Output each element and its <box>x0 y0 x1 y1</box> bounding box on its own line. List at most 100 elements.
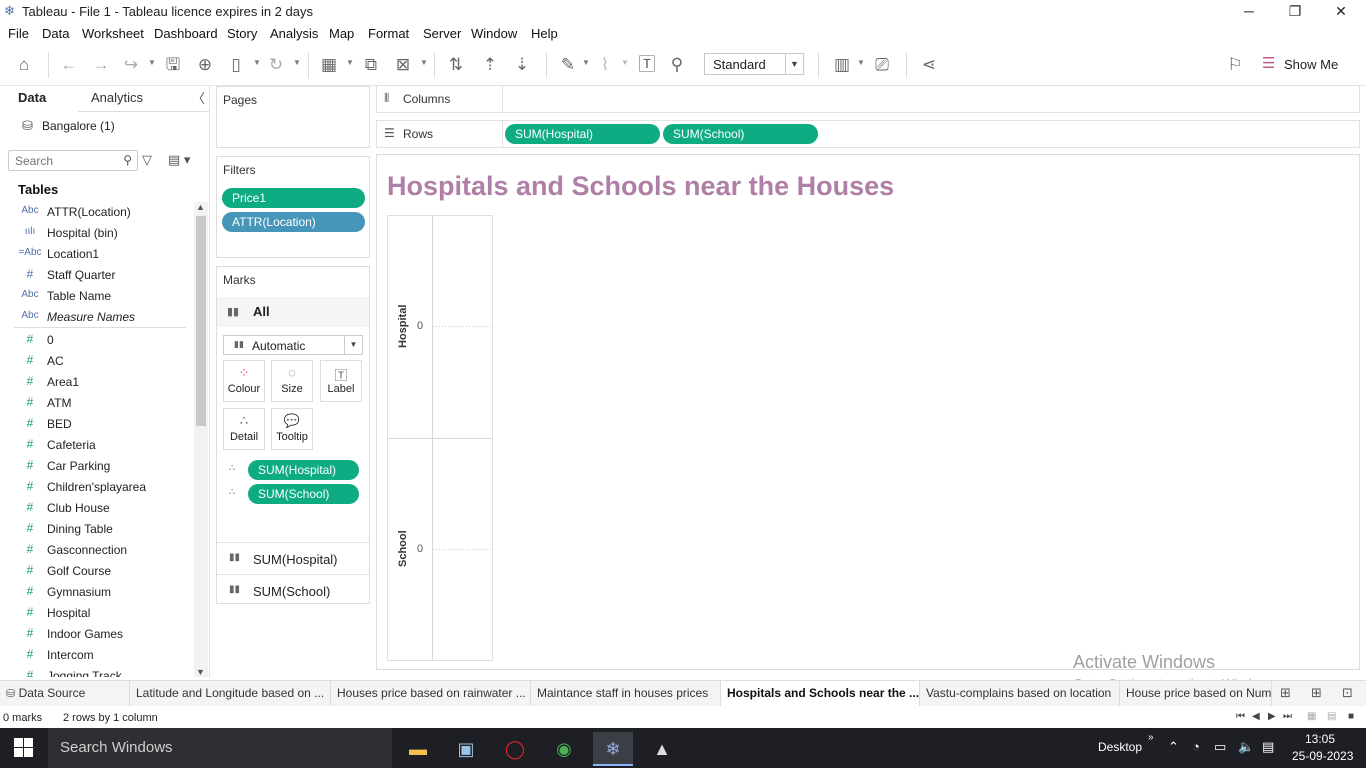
chrome-icon[interactable]: ◉ <box>544 732 584 766</box>
field-item[interactable]: Abc Table Name <box>0 286 193 307</box>
volume-icon[interactable]: 🔈 <box>1238 739 1254 755</box>
field-item[interactable]: # Hospital <box>0 603 193 624</box>
chevron-double-right-icon[interactable]: » <box>1148 732 1154 743</box>
photos-viewer-icon[interactable]: ▲ <box>642 732 682 766</box>
field-item[interactable]: # BED <box>0 414 193 435</box>
tableau-taskbar-icon[interactable]: ❄ <box>593 732 633 766</box>
field-item[interactable]: # Intercom <box>0 645 193 666</box>
clock-time[interactable]: 13:05 <box>1305 732 1335 746</box>
field-item[interactable]: # Cafeteria <box>0 435 193 456</box>
chevron-down-icon[interactable]: ▼ <box>621 58 629 67</box>
menu-worksheet[interactable]: Worksheet <box>82 26 144 41</box>
menu-help[interactable]: Help <box>531 26 558 41</box>
field-item[interactable]: # Dining Table <box>0 519 193 540</box>
rows-pill[interactable]: SUM(Hospital) <box>505 124 660 144</box>
marks-all-tab[interactable]: ▮▮ All <box>217 297 369 327</box>
show-tabs-icon[interactable]: ▤ <box>1327 711 1336 722</box>
colour-button[interactable]: ⁘ Colour <box>223 360 265 402</box>
marks-pill[interactable]: SUM(Hospital) <box>248 460 359 480</box>
detail-button[interactable]: ∴ Detail <box>223 408 265 450</box>
highlight-icon[interactable]: ✎ <box>557 54 579 76</box>
wifi-icon[interactable]: ◔ <box>1192 739 1200 754</box>
mark-type-select[interactable]: ▮▮ Automatic ▼ <box>223 335 363 355</box>
fit-select[interactable]: Standard ▼ <box>704 53 804 75</box>
rows-shelf[interactable]: ☰ Rows SUM(Hospital) SUM(School) <box>376 120 1360 148</box>
opera-icon[interactable]: ◯ <box>495 732 535 766</box>
chevron-down-icon[interactable]: ▼ <box>148 58 156 67</box>
field-item[interactable]: # Area1 <box>0 372 193 393</box>
field-item[interactable]: # Jogging Track <box>0 666 193 677</box>
filter-pill[interactable]: Price1 <box>222 188 365 208</box>
rows-pill[interactable]: SUM(School) <box>663 124 818 144</box>
windows-start-icon[interactable] <box>14 738 34 758</box>
size-button[interactable]: ◌ Size <box>271 360 313 402</box>
show-filmstrip-icon[interactable]: ▦ <box>1307 711 1316 722</box>
desktop-toolbar[interactable]: Desktop <box>1098 740 1142 754</box>
sheet-tab-active[interactable]: Hospitals and Schools near the ... <box>721 681 920 706</box>
show-cards-icon[interactable]: ▥ <box>831 54 853 76</box>
field-item[interactable]: # Indoor Games <box>0 624 193 645</box>
notifications-icon[interactable]: ▤ <box>1262 739 1274 755</box>
field-item[interactable]: # Gasconnection <box>0 540 193 561</box>
file-explorer-icon[interactable]: ▬ <box>398 732 438 766</box>
next-sheet-icon[interactable]: ▶ <box>1268 711 1276 722</box>
menu-format[interactable]: Format <box>368 26 409 41</box>
menu-window[interactable]: Window <box>471 26 517 41</box>
filters-card[interactable]: Filters Price1 ATTR(Location) <box>216 156 370 258</box>
chevron-down-icon[interactable]: ▼ <box>346 58 354 67</box>
tab-data[interactable]: Data <box>18 90 46 105</box>
chevron-down-icon[interactable]: ▼ <box>253 58 261 67</box>
menu-analysis[interactable]: Analysis <box>270 26 318 41</box>
chevron-down-icon[interactable]: ▼ <box>785 54 803 74</box>
field-item[interactable]: # Golf Course <box>0 561 193 582</box>
new-data-source-icon[interactable]: ⊕ <box>194 54 216 76</box>
field-item[interactable]: # Staff Quarter <box>0 265 193 286</box>
sort-ascending-icon[interactable]: ⇡ <box>479 54 501 76</box>
menu-story[interactable]: Story <box>227 26 257 41</box>
scrollbar-thumb[interactable] <box>196 216 206 426</box>
marks-measure-tab[interactable]: ▮▮ SUM(School) <box>217 574 369 606</box>
close-button[interactable]: ✕ <box>1318 0 1364 24</box>
replay-icon[interactable]: ↪ <box>120 54 142 76</box>
menu-data[interactable]: Data <box>42 26 69 41</box>
new-story-icon[interactable]: ⊡ <box>1342 685 1353 701</box>
menu-server[interactable]: Server <box>423 26 461 41</box>
field-item[interactable]: # Gymnasium <box>0 582 193 603</box>
field-item[interactable]: # ATM <box>0 393 193 414</box>
taskbar-search[interactable]: Search Windows <box>48 728 392 768</box>
columns-shelf[interactable]: ⦀ Columns <box>376 85 1360 113</box>
field-item[interactable]: Abc Measure Names <box>0 307 193 328</box>
search-box[interactable]: ⚲ <box>8 150 138 171</box>
format-workbook-icon[interactable]: ⚐ <box>1224 54 1246 76</box>
new-dashboard-icon[interactable]: ⊞ <box>1311 685 1322 701</box>
tab-data-source[interactable]: ⛁ Data Source <box>0 681 130 706</box>
duplicate-icon[interactable]: ⧉ <box>360 54 382 76</box>
sheet-tab[interactable]: Maintance staff in houses prices <box>531 681 721 706</box>
sheet-sorter-icon[interactable]: ■ <box>1348 711 1354 722</box>
pin-icon[interactable]: ⚲ <box>666 54 688 76</box>
field-item[interactable]: =Abc Location1 <box>0 244 193 265</box>
undo-icon[interactable]: ← <box>58 54 80 76</box>
show-labels-icon[interactable]: 🅃 <box>636 54 658 76</box>
swap-icon[interactable]: ⇅ <box>445 54 467 76</box>
sheet-tab[interactable]: House price based on Num <box>1120 681 1272 706</box>
save-icon[interactable]: 🖫 <box>162 54 184 76</box>
home-icon[interactable]: ⌂ <box>13 54 35 76</box>
field-item[interactable]: # Car Parking <box>0 456 193 477</box>
chevron-down-icon[interactable]: ▼ <box>293 58 301 67</box>
minimize-button[interactable]: ─ <box>1226 0 1272 24</box>
label-button[interactable]: 🅃 Label <box>320 360 362 402</box>
redo-icon[interactable]: → <box>90 54 112 76</box>
field-item[interactable]: #0 <box>0 330 193 351</box>
refresh-icon[interactable]: ↻ <box>265 54 287 76</box>
filter-pill[interactable]: ATTR(Location) <box>222 212 365 232</box>
sort-descending-icon[interactable]: ⇣ <box>511 54 533 76</box>
chevron-down-icon[interactable]: ▼ <box>582 58 590 67</box>
marks-measure-tab[interactable]: ▮▮ SUM(Hospital) <box>217 542 369 574</box>
chevron-up-icon[interactable]: ▲ <box>196 202 205 212</box>
pages-card[interactable]: Pages <box>216 86 370 148</box>
chevron-down-icon[interactable]: ▼ <box>196 667 205 677</box>
presentation-mode-icon[interactable]: ⎚ <box>871 54 893 76</box>
clock-date[interactable]: 25-09-2023 <box>1292 749 1353 763</box>
filter-icon[interactable]: ▽ <box>142 152 152 168</box>
